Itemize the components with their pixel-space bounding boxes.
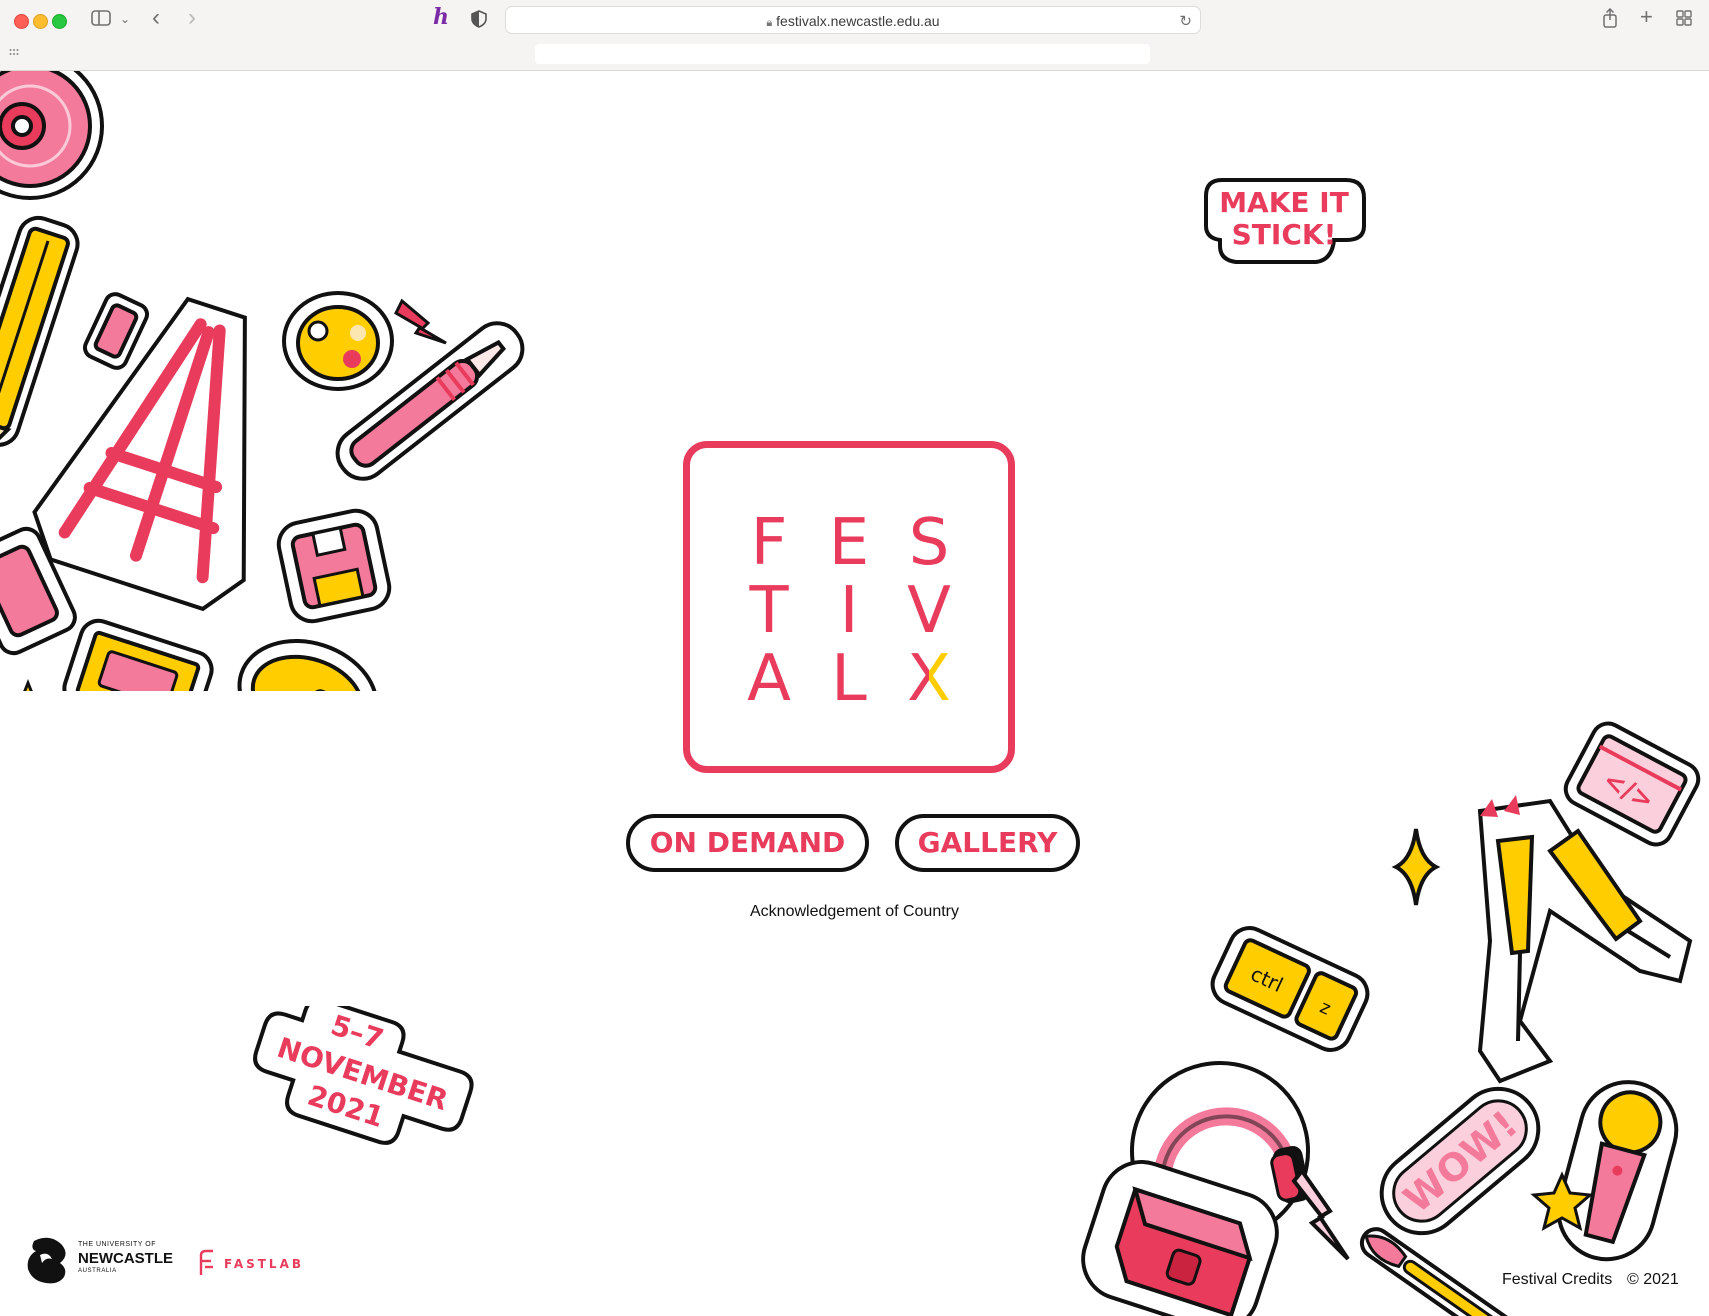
code-window-sticker: </> — [1563, 721, 1701, 847]
fastlab-f-icon — [199, 1249, 213, 1275]
on-demand-button[interactable]: ON DEMAND — [626, 814, 869, 872]
sidebar-toggle-icon[interactable] — [90, 10, 112, 30]
copyright-text: © 2021 — [1627, 1271, 1679, 1288]
star-sticker — [23, 678, 33, 691]
floppy-disk-sticker — [276, 508, 392, 624]
easel-sticker — [32, 296, 247, 612]
vinyl-record-sticker — [0, 71, 104, 200]
make-it-stick-sticker: MAKE IT STICK! — [1204, 178, 1366, 264]
address-bar[interactable]: 🔒︎ festivalx.newcastle.edu.au ↻ — [505, 6, 1201, 34]
logo-row-2: T I V — [690, 576, 1008, 646]
festival-credits-link[interactable]: Festival Credits — [1502, 1271, 1612, 1289]
logo-letter: L — [831, 642, 867, 716]
logo-letter: E — [828, 506, 870, 580]
logo-letter: A — [747, 642, 791, 716]
minimize-window-button[interactable] — [33, 14, 48, 29]
lock-icon: 🔒︎ — [766, 17, 773, 29]
seahorse-crest-icon — [27, 1237, 66, 1284]
paint-palette-sticker — [282, 291, 394, 391]
computer-mouse-sticker — [237, 639, 379, 691]
url-text: festivalx.newcastle.edu.au — [776, 13, 940, 29]
browser-chrome: ⌄ ‹ › h 🔒︎ festivalx.newcastle.edu.au ↻ … — [0, 0, 1709, 71]
uni-line-2: NEWCASTLE — [78, 1250, 173, 1267]
logo-letter: F — [750, 506, 788, 580]
privacy-shield-icon[interactable] — [471, 10, 487, 32]
university-of-newcastle-logo[interactable]: THE UNIVERSITY OF NEWCASTLE AUSTRALIA — [24, 1235, 173, 1291]
fastlab-text: FASTLAB — [224, 1257, 305, 1271]
honey-extension-icon[interactable]: h — [433, 6, 449, 28]
page-content: MAKE IT STICK! F E S T I V A L X ON DEMA… — [0, 71, 1709, 1316]
new-tab-icon[interactable]: + — [1640, 6, 1653, 28]
logo-letter-x: X — [894, 644, 964, 714]
paint-brush-sticker — [1359, 1227, 1517, 1316]
festivalx-logo: F E S T I V A L X — [683, 441, 1015, 773]
logo-letter: S — [908, 506, 950, 580]
close-window-button[interactable] — [14, 14, 29, 29]
logo-letter: I — [839, 574, 859, 648]
pencil-sticker — [0, 215, 80, 464]
microphone-sticker — [1556, 1080, 1679, 1262]
logo-row-1: F E S — [690, 508, 1008, 578]
chevron-down-icon[interactable]: ⌄ — [120, 9, 130, 29]
fastlab-logo[interactable]: FASTLAB — [198, 1249, 318, 1279]
make-it-stick-line1: MAKE IT — [1219, 186, 1349, 219]
uni-line-1: THE UNIVERSITY OF — [78, 1241, 156, 1248]
ticket-sticker — [62, 618, 214, 691]
ctrl-z-keys-sticker: ctrl z — [1210, 926, 1370, 1052]
lightning-sticker — [394, 298, 447, 345]
right-sticker-cluster: </> ctrl z WOW! — [1081, 721, 1701, 1316]
share-icon[interactable] — [1602, 7, 1618, 32]
left-sticker-cluster — [0, 71, 525, 691]
sparkle-sticker — [1391, 828, 1441, 906]
tab-overview-icon[interactable] — [1676, 10, 1692, 30]
eraser-sticker — [82, 292, 150, 370]
uni-line-3: AUSTRALIA — [78, 1268, 117, 1274]
logo-letter: T — [749, 574, 789, 648]
logo-letter: V — [907, 574, 951, 648]
zoom-window-button[interactable] — [52, 14, 67, 29]
favorites-grid-icon[interactable] — [9, 46, 21, 66]
forward-icon[interactable]: › — [188, 6, 196, 30]
logo-row-3: A L X — [690, 644, 1008, 714]
lightning-sticker-pink — [1291, 1167, 1350, 1261]
reload-icon[interactable]: ↻ — [1179, 12, 1192, 32]
gallery-button[interactable]: GALLERY — [895, 814, 1080, 872]
festival-dates-sticker: 5–7 NOVEMBER 2021 — [253, 1006, 474, 1145]
tab-strip — [535, 44, 1150, 64]
back-icon[interactable]: ‹ — [152, 6, 160, 30]
make-it-stick-line2: STICK! — [1232, 218, 1337, 251]
wow-sticker: WOW! — [1379, 1086, 1541, 1236]
